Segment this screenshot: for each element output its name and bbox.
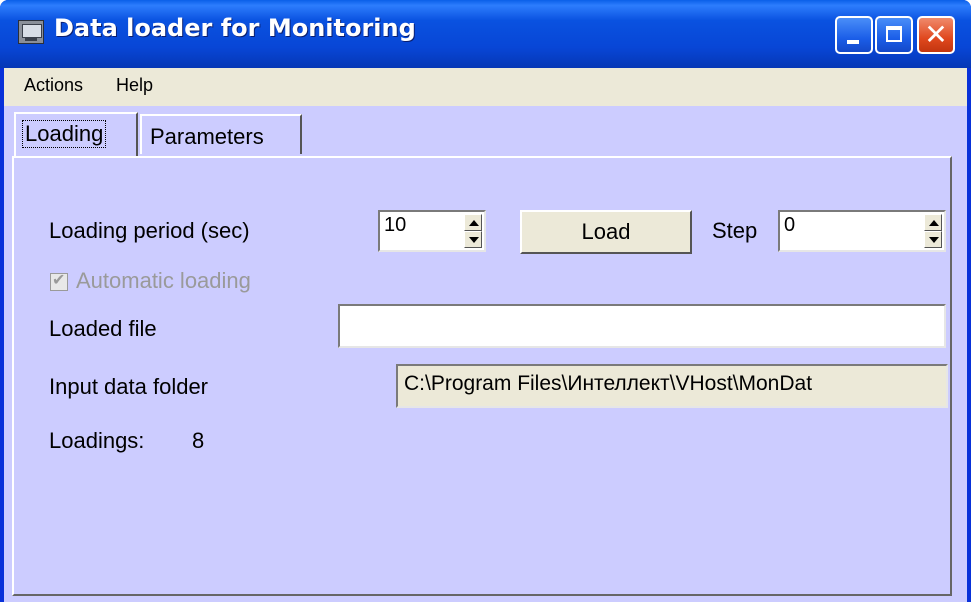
step-spin-buttons[interactable] xyxy=(924,214,942,250)
loaded-file-label: Loaded file xyxy=(49,316,157,341)
client-area: Loading Parameters Loading period (sec) … xyxy=(4,106,967,602)
loading-period-spinner[interactable]: 10 xyxy=(378,210,486,252)
close-icon: ✕ xyxy=(924,18,948,51)
maximize-button[interactable] xyxy=(875,16,913,54)
menu-actions[interactable]: Actions xyxy=(24,75,83,96)
monitor-icon[interactable] xyxy=(18,20,44,44)
minimize-button[interactable] xyxy=(835,16,873,54)
spin-up-icon[interactable] xyxy=(464,214,482,231)
step-spinner[interactable]: 0 xyxy=(778,210,946,252)
spin-down-icon[interactable] xyxy=(924,231,942,248)
input-folder-field[interactable]: C:\Program Files\Интеллект\VHost\MonDat xyxy=(396,364,948,408)
check-icon: ✔ xyxy=(52,272,66,289)
step-value: 0 xyxy=(784,214,796,236)
title-bar[interactable]: Data loader for Monitoring ✕ xyxy=(0,0,971,68)
tab-loading-label: Loading xyxy=(22,120,107,148)
tab-parameters-label: Parameters xyxy=(150,124,264,149)
step-label: Step xyxy=(712,218,758,243)
tab-parameters[interactable]: Parameters xyxy=(140,114,302,154)
maximize-icon xyxy=(886,26,902,42)
tab-loading[interactable]: Loading xyxy=(14,112,138,156)
minimize-icon xyxy=(847,40,859,44)
input-folder-label: Input data folder xyxy=(49,374,209,399)
loading-period-value: 10 xyxy=(384,214,407,236)
automatic-loading-checkbox[interactable]: ✔ xyxy=(50,272,68,291)
window-body: Actions Help Loading Parameters Loading … xyxy=(4,68,967,602)
spin-up-icon[interactable] xyxy=(924,214,942,231)
spin-down-icon[interactable] xyxy=(464,231,482,248)
window-title: Data loader for Monitoring xyxy=(54,14,416,42)
load-button[interactable]: Load xyxy=(520,210,692,254)
automatic-loading-label: Automatic loading xyxy=(76,268,251,293)
loadings-label: Loadings: xyxy=(49,428,145,453)
loadings-count: 8 xyxy=(192,428,205,453)
loading-panel: Loading period (sec) 10 Load Step 0 ✔ Au… xyxy=(12,156,952,596)
menu-bar: Actions Help xyxy=(4,68,967,104)
input-folder-value: C:\Program Files\Интеллект\VHost\MonDat xyxy=(404,372,813,395)
menu-help[interactable]: Help xyxy=(116,75,153,96)
loading-period-label: Loading period (sec) xyxy=(49,218,250,243)
loaded-file-field[interactable] xyxy=(338,304,946,348)
loading-period-spin-buttons[interactable] xyxy=(464,214,482,250)
close-button[interactable]: ✕ xyxy=(917,16,955,54)
app-window: Data loader for Monitoring ✕ Actions Hel… xyxy=(0,0,971,602)
